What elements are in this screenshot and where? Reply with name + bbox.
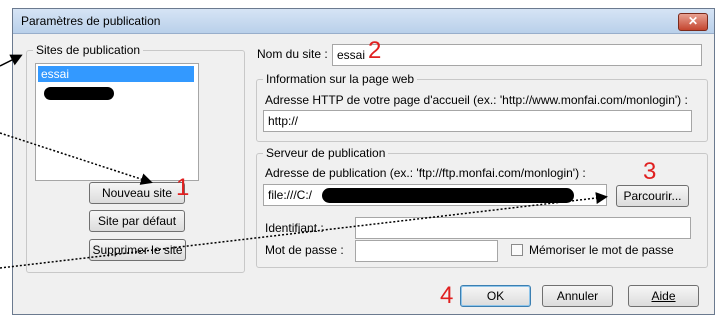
dialog-title: Paramètres de publication: [21, 14, 161, 28]
help-button[interactable]: Aide: [628, 285, 699, 307]
annotation-number-1: 1: [176, 174, 190, 201]
login-label: Identifiant :: [265, 221, 324, 235]
web-info-legend: Information sur la page web: [266, 72, 415, 86]
publish-address-input[interactable]: file:///C:/: [263, 184, 607, 206]
redacted-site-name: [44, 87, 114, 100]
close-button[interactable]: ✕: [678, 13, 708, 31]
publish-address-value: file:///C:/: [268, 188, 313, 202]
browse-button[interactable]: Parcourir...: [616, 185, 689, 207]
http-address-label: Adresse HTTP de votre page d'accueil (ex…: [265, 93, 688, 107]
remember-password-label: Mémoriser le mot de passe: [529, 243, 674, 257]
publish-address-label: Adresse de publication (ex.: 'ftp://ftp.…: [265, 166, 586, 180]
cancel-button[interactable]: Annuler: [542, 285, 613, 307]
ok-button[interactable]: OK: [460, 285, 531, 307]
sites-legend: Sites de publication: [36, 43, 141, 57]
delete-site-button[interactable]: Supprimer le site: [89, 239, 186, 261]
site-name-input[interactable]: essai: [332, 44, 702, 66]
password-label: Mot de passe :: [265, 243, 344, 257]
password-input[interactable]: [355, 240, 498, 262]
http-address-input[interactable]: http://: [263, 110, 692, 132]
sites-list[interactable]: essai: [35, 63, 199, 181]
redacted-path: [322, 188, 574, 203]
annotation-number-2: 2: [368, 37, 382, 64]
list-item-site-redacted[interactable]: [38, 84, 194, 100]
annotation-number-3: 3: [643, 158, 657, 185]
remember-password-checkbox[interactable]: [511, 244, 523, 256]
title-bar: Paramètres de publication ✕: [13, 9, 714, 34]
publish-settings-dialog: Paramètres de publication ✕ Sites de pub…: [12, 8, 715, 315]
new-site-button[interactable]: Nouveau site: [89, 182, 185, 204]
annotation-number-4: 4: [440, 282, 454, 309]
login-input[interactable]: [355, 217, 691, 239]
site-name-label: Nom du site :: [257, 47, 328, 61]
list-item-site-essai[interactable]: essai: [38, 66, 194, 82]
default-site-button[interactable]: Site par défaut: [89, 210, 185, 232]
server-legend: Serveur de publication: [266, 146, 386, 160]
